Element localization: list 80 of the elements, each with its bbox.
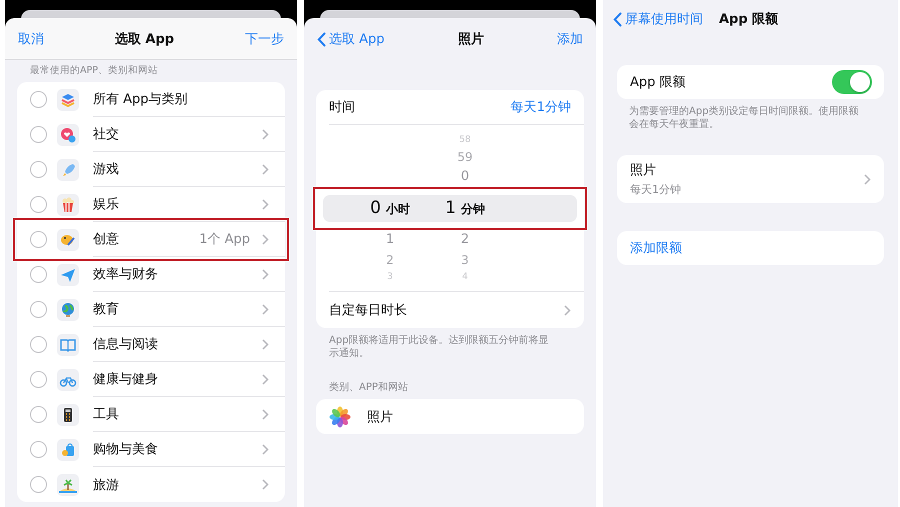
chevron-icon (262, 198, 269, 210)
checkbox[interactable] (30, 371, 47, 388)
category-label[interactable]: 工具 (93, 405, 262, 423)
category-label[interactable]: 健康与健身 (93, 370, 262, 388)
paper-plane-icon (57, 264, 79, 286)
category-label[interactable]: 游戏 (93, 160, 262, 178)
checkbox[interactable] (30, 406, 47, 423)
chevron-icon (262, 304, 269, 314)
palm-island-icon (57, 474, 79, 496)
checkbox[interactable] (30, 301, 47, 318)
app-label: 照片 (367, 408, 394, 426)
cancel-button[interactable]: 取消 (18, 30, 44, 48)
category-label[interactable]: 社交 (93, 125, 262, 143)
category-label[interactable]: 效率与财务 (93, 265, 262, 283)
category-label[interactable]: 创意 (93, 230, 200, 248)
picker-option[interactable]: 2 (460, 230, 470, 250)
chat-bubble-icon (57, 124, 79, 146)
flower-icon (329, 406, 351, 428)
limit-app-name[interactable]: 照片 (630, 161, 864, 179)
chevron-icon (262, 128, 269, 140)
limits-note: 为需要管理的App类别设定每日时间限额。使用限额会在每天午夜重置。 (628, 104, 860, 131)
time-value[interactable]: 每天1分钟 (510, 98, 571, 116)
category-label[interactable]: 娱乐 (93, 195, 262, 213)
back-label[interactable]: 选取 App (329, 30, 385, 48)
next-button[interactable]: 下一步 (244, 30, 284, 48)
popcorn-icon (57, 194, 79, 216)
category-label[interactable]: 信息与阅读 (93, 335, 262, 353)
limit-note: App限额将适用于此设备。达到限额五分钟前将显示通知。 (328, 334, 550, 360)
checkbox[interactable] (30, 441, 47, 458)
chevron-icon (262, 268, 269, 280)
picker-option[interactable]: 59 (457, 146, 473, 166)
category-label[interactable]: 购物与美食 (93, 440, 262, 458)
limit-detail: 每天1分钟 (630, 182, 682, 197)
checkbox[interactable] (30, 266, 47, 283)
toggle-switch[interactable] (832, 70, 872, 94)
chevron-icon (564, 304, 571, 316)
picker-option[interactable]: 3 (461, 250, 469, 270)
screen-title: 照片 (458, 31, 484, 48)
picker-option[interactable]: 0 (460, 166, 470, 186)
add-limit-link[interactable]: 添加限额 (630, 239, 682, 257)
category-label[interactable]: 所有 App与类别 (93, 90, 269, 108)
picker-option[interactable]: 2 (386, 250, 394, 270)
time-label: 时间 (329, 99, 356, 116)
checkbox[interactable] (30, 336, 47, 353)
shopping-bag-icon (57, 438, 79, 460)
checkbox[interactable] (30, 231, 47, 248)
custom-duration-label[interactable]: 自定每日时长 (329, 301, 564, 319)
chevron-icon (262, 164, 269, 174)
checkbox[interactable] (30, 161, 47, 178)
category-label[interactable]: 教育 (93, 300, 262, 318)
checkbox[interactable] (30, 126, 47, 143)
chevron-icon (864, 174, 871, 184)
globe-icon (57, 298, 79, 320)
chevron-icon (262, 234, 269, 244)
back-icon (613, 12, 622, 26)
chevron-icon (262, 338, 269, 350)
checkbox[interactable] (30, 91, 47, 108)
screen-title: App 限额 (719, 10, 778, 28)
screen-title: 选取 App (114, 30, 174, 48)
bicycle-icon (57, 368, 79, 390)
chevron-icon (262, 374, 269, 384)
layers-icon (57, 88, 79, 110)
app-count: 1个 App (199, 231, 250, 248)
picker-value[interactable]: 1 分钟 (435, 198, 495, 218)
checkbox[interactable] (30, 196, 47, 213)
calculator-icon (57, 404, 79, 426)
chevron-icon (262, 408, 269, 420)
back-icon (317, 32, 326, 46)
checkbox[interactable] (30, 476, 47, 493)
add-button[interactable]: 添加 (557, 30, 583, 48)
section-caption: 最常使用的APP、类别和网站 (29, 64, 159, 78)
toggle-label: App 限额 (630, 74, 687, 91)
picker-option[interactable]: 1 (386, 230, 394, 250)
chevron-icon (262, 479, 269, 490)
category-label[interactable]: 旅游 (93, 476, 262, 494)
book-icon (57, 334, 79, 356)
back-link[interactable]: 选取 App (317, 30, 385, 48)
picker-value[interactable]: 0 小时 (360, 198, 420, 218)
section-caption: 类别、APP和网站 (328, 380, 409, 395)
chevron-icon (262, 444, 269, 454)
